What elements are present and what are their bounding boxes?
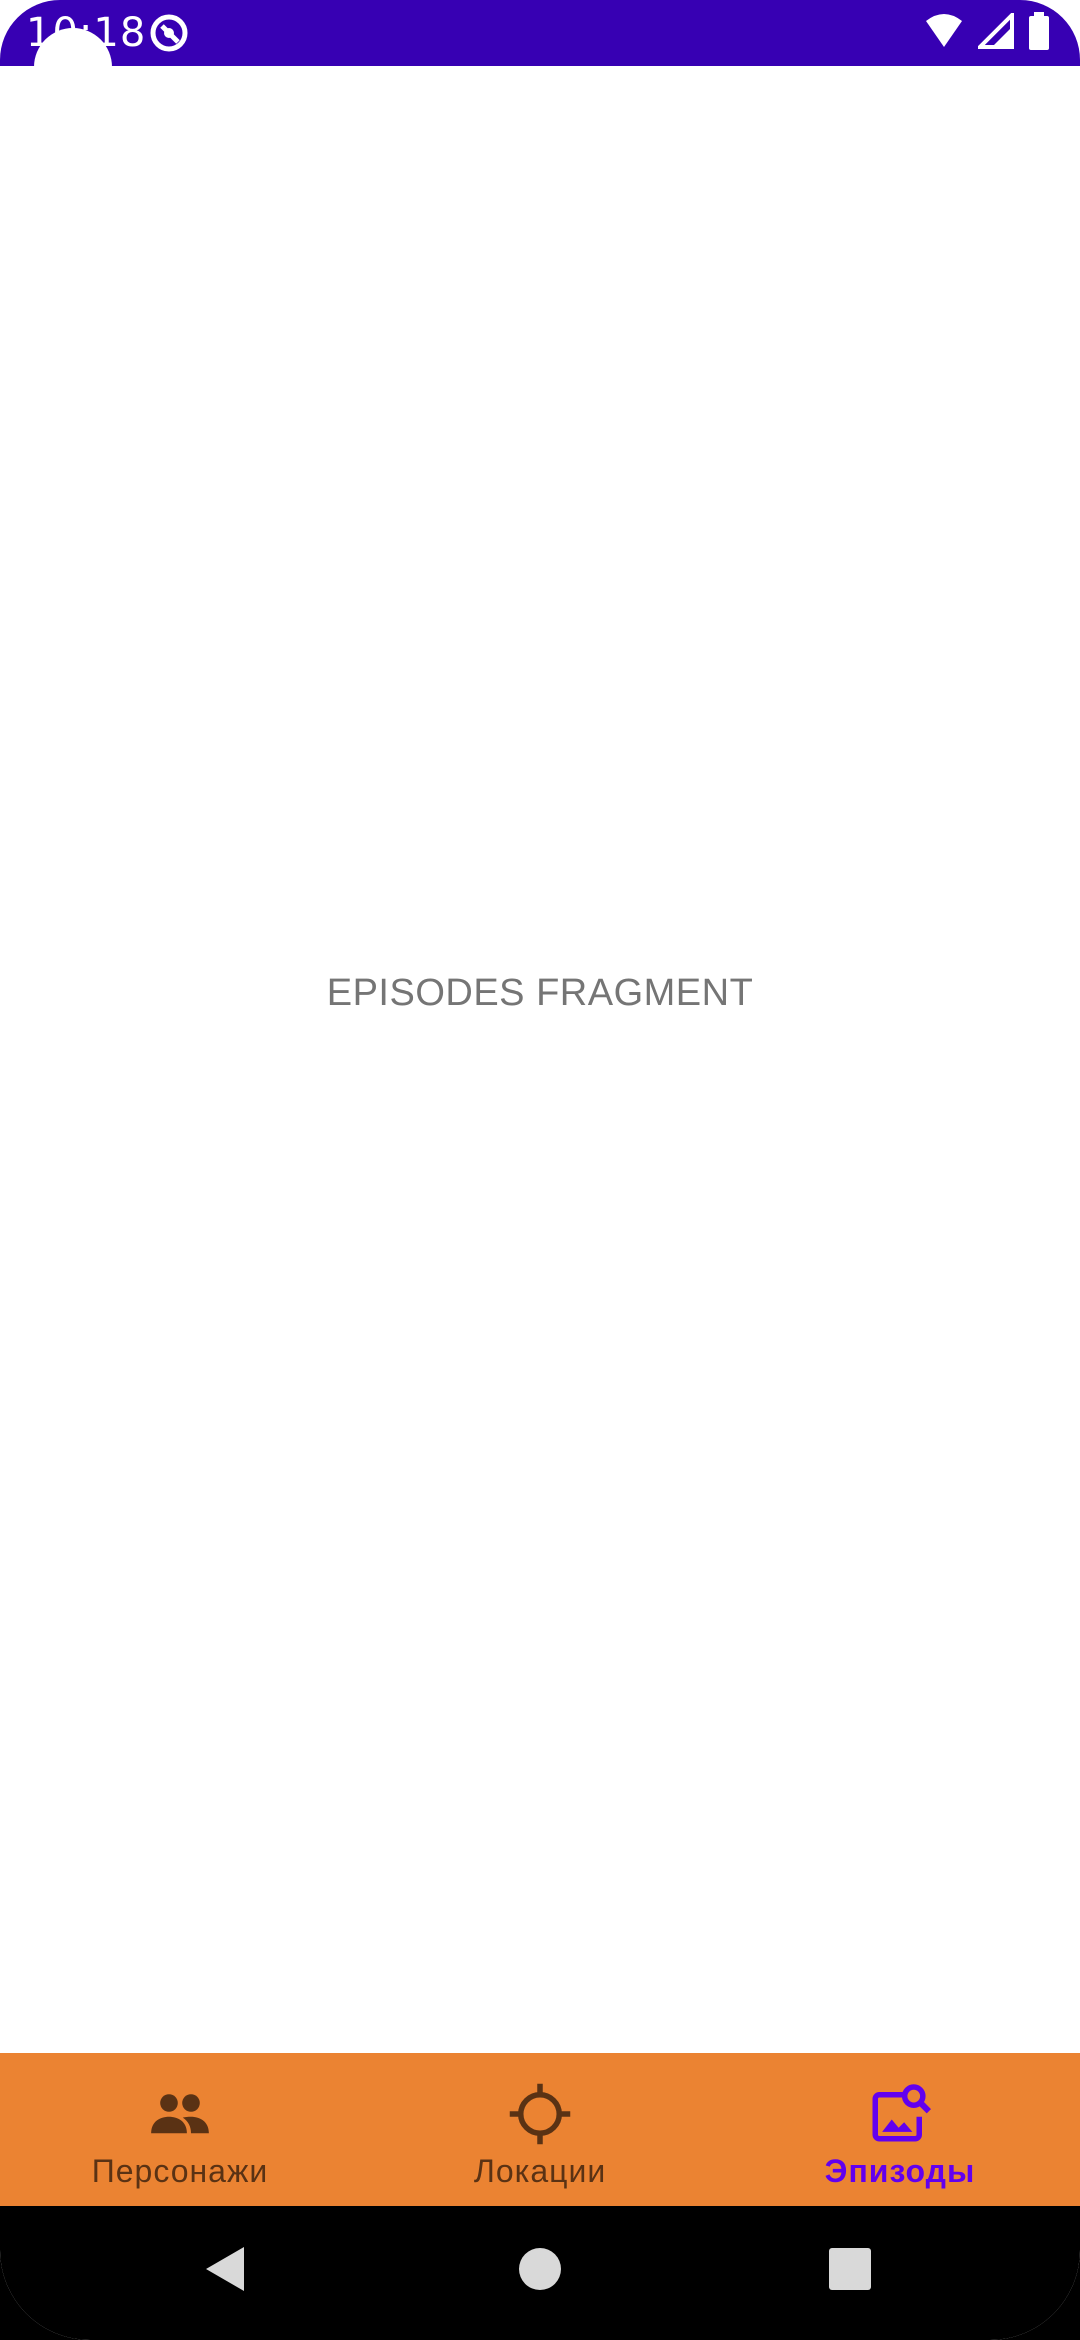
people-icon: [147, 2081, 213, 2147]
battery-icon: [1028, 12, 1050, 54]
status-bar: 10:18: [0, 0, 1080, 66]
signal-icon: [975, 10, 1014, 53]
screen: 10:18: [0, 0, 1080, 2340]
recents-icon[interactable]: [817, 2236, 883, 2302]
image-search-icon: [867, 2081, 933, 2147]
camera-cutout: [34, 28, 112, 106]
system-navigation-bar: [0, 2206, 1080, 2340]
nav-label-locations: Локации: [473, 2153, 607, 2189]
nav-label-characters: Персонажи: [91, 2153, 269, 2189]
nav-label-episodes: Эпизоды: [824, 2153, 976, 2189]
app-notification-icon: [148, 12, 190, 54]
nav-item-locations[interactable]: Локации: [360, 2053, 720, 2206]
status-icons: [924, 10, 1050, 54]
wifi-icon: [924, 13, 964, 53]
nav-item-episodes[interactable]: Эпизоды: [720, 2053, 1080, 2206]
back-icon[interactable]: [192, 2236, 258, 2302]
fragment-label: EPISODES FRAGMENT: [326, 972, 754, 1014]
home-icon[interactable]: [507, 2236, 573, 2302]
nav-item-characters[interactable]: Персонажи: [0, 2053, 360, 2206]
bottom-navigation: Персонажи Локации Эпизоды: [0, 2053, 1080, 2206]
location-target-icon: [507, 2081, 573, 2147]
